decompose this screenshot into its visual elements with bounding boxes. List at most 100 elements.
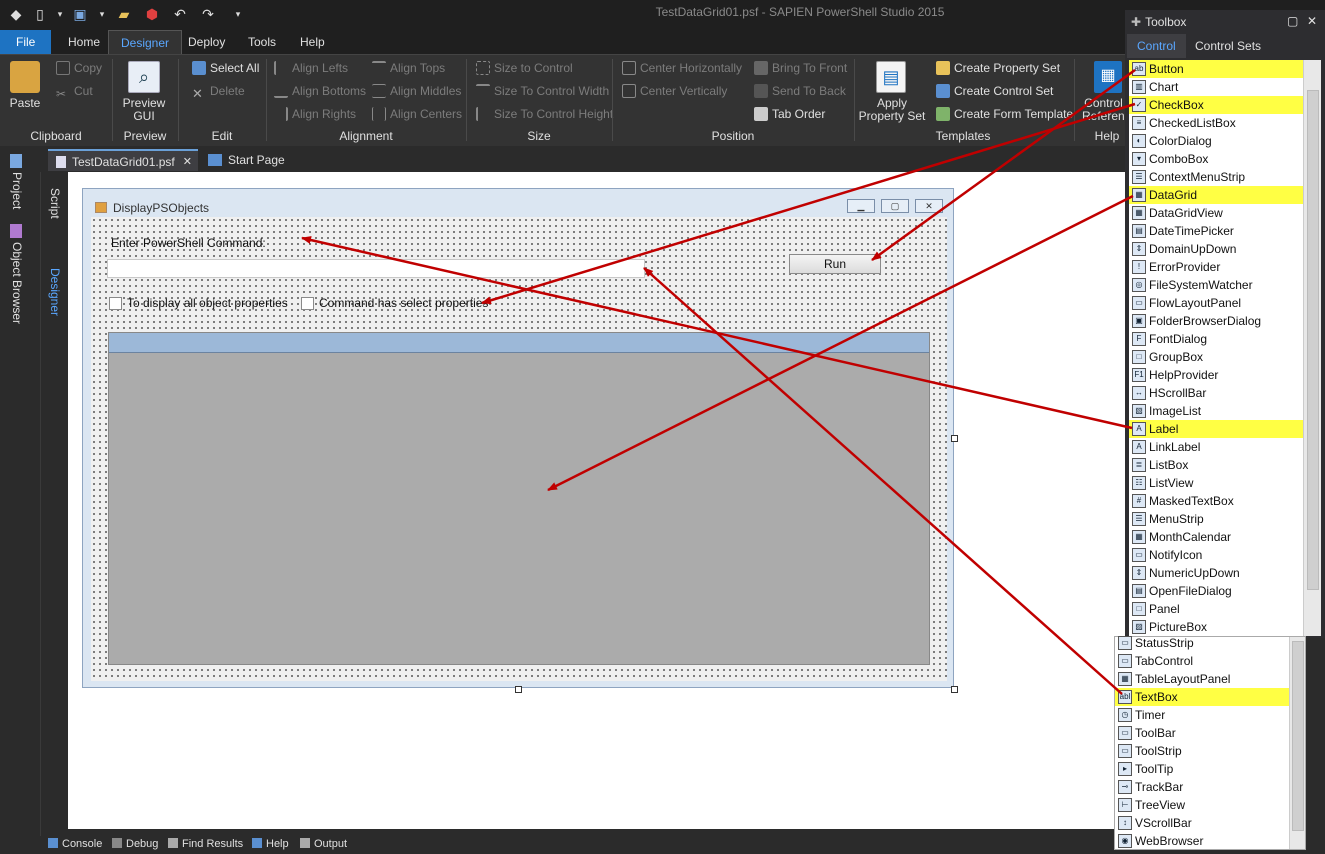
toolbox-item[interactable]: A LinkLabel bbox=[1129, 438, 1303, 456]
toolbox-item[interactable]: ◷ Timer bbox=[1115, 706, 1289, 724]
toolbox-tab-control[interactable]: Control bbox=[1127, 34, 1186, 58]
side-tab-object-browser[interactable]: Object Browser bbox=[10, 242, 24, 324]
apply-property-set-button[interactable]: Apply Property Set bbox=[858, 97, 926, 123]
toolbox-item[interactable]: □ GroupBox bbox=[1129, 348, 1303, 366]
toolbox-item[interactable]: ⊸ TrackBar bbox=[1115, 778, 1289, 796]
align-middles-button[interactable]: Align Middles bbox=[372, 82, 461, 100]
undo-icon[interactable]: ↶ bbox=[172, 6, 188, 22]
resize-handle-right[interactable] bbox=[951, 435, 958, 442]
toolbox-item[interactable]: A Label bbox=[1129, 420, 1303, 438]
redo-icon[interactable]: ↷ bbox=[200, 6, 216, 22]
panel-tab-console[interactable]: Console bbox=[48, 838, 102, 850]
side-tab-designer[interactable]: Designer bbox=[48, 268, 62, 316]
tab-home[interactable]: Home bbox=[56, 30, 112, 54]
toolbox-tab-control-sets[interactable]: Control Sets bbox=[1185, 34, 1271, 58]
align-bottoms-button[interactable]: Align Bottoms bbox=[274, 82, 366, 100]
toolbox-item[interactable]: □ Panel bbox=[1129, 600, 1303, 618]
datagrid[interactable] bbox=[108, 332, 930, 665]
tab-order-button[interactable]: Tab Order bbox=[754, 105, 825, 123]
checkbox-select-properties-label[interactable]: Command has select properties bbox=[319, 296, 488, 310]
toolbox-item[interactable]: ✓ CheckBox bbox=[1129, 96, 1303, 114]
toolbox-item[interactable]: ▦ DataGrid bbox=[1129, 186, 1303, 204]
cut-button[interactable]: ✂ Cut bbox=[56, 82, 93, 101]
toolbox-item[interactable]: abl TextBox bbox=[1115, 688, 1289, 706]
panel-tab-help[interactable]: Help bbox=[252, 838, 289, 850]
tab-file[interactable]: File bbox=[0, 30, 52, 54]
toolbox-item[interactable]: ▾ ComboBox bbox=[1129, 150, 1303, 168]
toolbox-item[interactable]: ▸ ToolTip bbox=[1115, 760, 1289, 778]
bring-to-front-button[interactable]: Bring To Front bbox=[754, 59, 847, 77]
toolbox-item[interactable]: ≣ ListBox bbox=[1129, 456, 1303, 474]
toolbox-item[interactable]: ◎ FileSystemWatcher bbox=[1129, 276, 1303, 294]
checkbox-display-all-label[interactable]: To display all object properties bbox=[127, 296, 288, 310]
restore-icon[interactable]: ▢ bbox=[1287, 14, 1298, 28]
toolbox-item[interactable]: ⊢ TreeView bbox=[1115, 796, 1289, 814]
panel-tab-find-results[interactable]: Find Results bbox=[168, 838, 243, 850]
create-control-set-button[interactable]: Create Control Set bbox=[936, 82, 1053, 100]
panel-tab-debug[interactable]: Debug bbox=[112, 838, 158, 850]
align-centers-button[interactable]: Align Centers bbox=[372, 105, 462, 123]
toolbox-item[interactable]: ▭ ToolBar bbox=[1115, 724, 1289, 742]
size-to-control-height-button[interactable]: Size To Control Height bbox=[476, 105, 613, 123]
center-horizontally-button[interactable]: Center Horizontally bbox=[622, 59, 742, 77]
toolbox-item[interactable]: ☰ MenuStrip bbox=[1129, 510, 1303, 528]
toolbox-item[interactable]: F1 HelpProvider bbox=[1129, 366, 1303, 384]
toolbox-item[interactable]: ! ErrorProvider bbox=[1129, 258, 1303, 276]
toolbox-item[interactable]: ▦ TableLayoutPanel bbox=[1115, 670, 1289, 688]
size-to-control-button[interactable]: Size to Control bbox=[476, 59, 573, 77]
run-button[interactable]: Run bbox=[789, 254, 881, 274]
close-icon[interactable]: ✕ bbox=[1307, 14, 1317, 28]
toolbox-item[interactable]: ▦ DataGridView bbox=[1129, 204, 1303, 222]
create-form-template-button[interactable]: Create Form Template bbox=[936, 105, 1073, 123]
toolbox-item[interactable]: ↔ HScrollBar bbox=[1129, 384, 1303, 402]
checkbox-select-properties[interactable] bbox=[301, 297, 314, 310]
side-tab-project[interactable]: Project bbox=[10, 172, 24, 209]
toolbox-item[interactable]: F FontDialog bbox=[1129, 330, 1303, 348]
open-folder-icon[interactable]: ▰ bbox=[116, 6, 132, 22]
send-to-back-button[interactable]: Send To Back bbox=[754, 82, 846, 100]
side-tab-script[interactable]: Script bbox=[48, 188, 62, 219]
tab-designer[interactable]: Designer bbox=[108, 30, 183, 54]
delete-button[interactable]: ✕ Delete bbox=[192, 82, 245, 101]
panel-tab-output[interactable]: Output bbox=[300, 838, 347, 850]
new-file-icon[interactable]: ▯ bbox=[32, 6, 48, 22]
toolbox-item[interactable]: ▥ Chart bbox=[1129, 78, 1303, 96]
toolbox-item[interactable]: ▭ FlowLayoutPanel bbox=[1129, 294, 1303, 312]
tab-help[interactable]: Help bbox=[288, 30, 337, 54]
toolbox-item[interactable]: ◐ ColorDialog bbox=[1129, 132, 1303, 150]
create-property-set-button[interactable]: Create Property Set bbox=[936, 59, 1060, 77]
toolbox-item[interactable]: ⇕ DomainUpDown bbox=[1129, 240, 1303, 258]
close-icon[interactable]: ✕ bbox=[183, 151, 192, 173]
designed-form[interactable]: DisplayPSObjects ▁ ▢ ✕ Enter PowerShell … bbox=[82, 188, 954, 688]
copy-button[interactable]: Copy bbox=[56, 59, 102, 77]
toolbox-item[interactable]: ⇕ NumericUpDown bbox=[1129, 564, 1303, 582]
align-lefts-button[interactable]: Align Lefts bbox=[274, 59, 348, 77]
preview-gui-button[interactable]: Preview GUI bbox=[116, 97, 172, 123]
command-label[interactable]: Enter PowerShell Command: bbox=[111, 236, 266, 250]
toolbox-item[interactable]: ab Button bbox=[1129, 60, 1303, 78]
resize-handle-bottom[interactable] bbox=[515, 686, 522, 693]
toolbox-item[interactable]: ▤ OpenFileDialog bbox=[1129, 582, 1303, 600]
tab-deploy[interactable]: Deploy bbox=[176, 30, 237, 54]
toolbox-item[interactable]: ▧ ImageList bbox=[1129, 402, 1303, 420]
toolbox-item[interactable]: ▣ FolderBrowserDialog bbox=[1129, 312, 1303, 330]
toolbox-item[interactable]: ☰ ContextMenuStrip bbox=[1129, 168, 1303, 186]
tab-tools[interactable]: Tools bbox=[236, 30, 288, 54]
toolbox-item[interactable]: ▭ NotifyIcon bbox=[1129, 546, 1303, 564]
size-to-control-width-button[interactable]: Size To Control Width bbox=[476, 82, 609, 100]
toolbox-item[interactable]: ▤ DateTimePicker bbox=[1129, 222, 1303, 240]
resize-handle-corner[interactable] bbox=[951, 686, 958, 693]
toolbox-scrollbar-2[interactable] bbox=[1289, 637, 1305, 849]
toolbox-item[interactable]: # MaskedTextBox bbox=[1129, 492, 1303, 510]
doc-tab-start-page[interactable]: Start Page bbox=[200, 149, 293, 171]
toolbox-item[interactable]: ▭ StatusStrip bbox=[1115, 634, 1289, 652]
toolbox-item[interactable]: ▭ ToolStrip bbox=[1115, 742, 1289, 760]
shield-icon[interactable]: ⬢ bbox=[144, 6, 160, 22]
toolbox-scrollbar[interactable] bbox=[1303, 60, 1321, 636]
chevron-down-icon[interactable]: ▾ bbox=[52, 6, 68, 22]
toolbox-item[interactable]: ↕ VScrollBar bbox=[1115, 814, 1289, 832]
chevron-down-icon[interactable]: ▾ bbox=[94, 6, 110, 22]
doc-tab-testdatagrid[interactable]: TestDataGrid01.psf ✕ bbox=[48, 149, 198, 171]
toolbox-item[interactable]: ≡ CheckedListBox bbox=[1129, 114, 1303, 132]
align-rights-button[interactable]: Align Rights bbox=[274, 105, 356, 123]
